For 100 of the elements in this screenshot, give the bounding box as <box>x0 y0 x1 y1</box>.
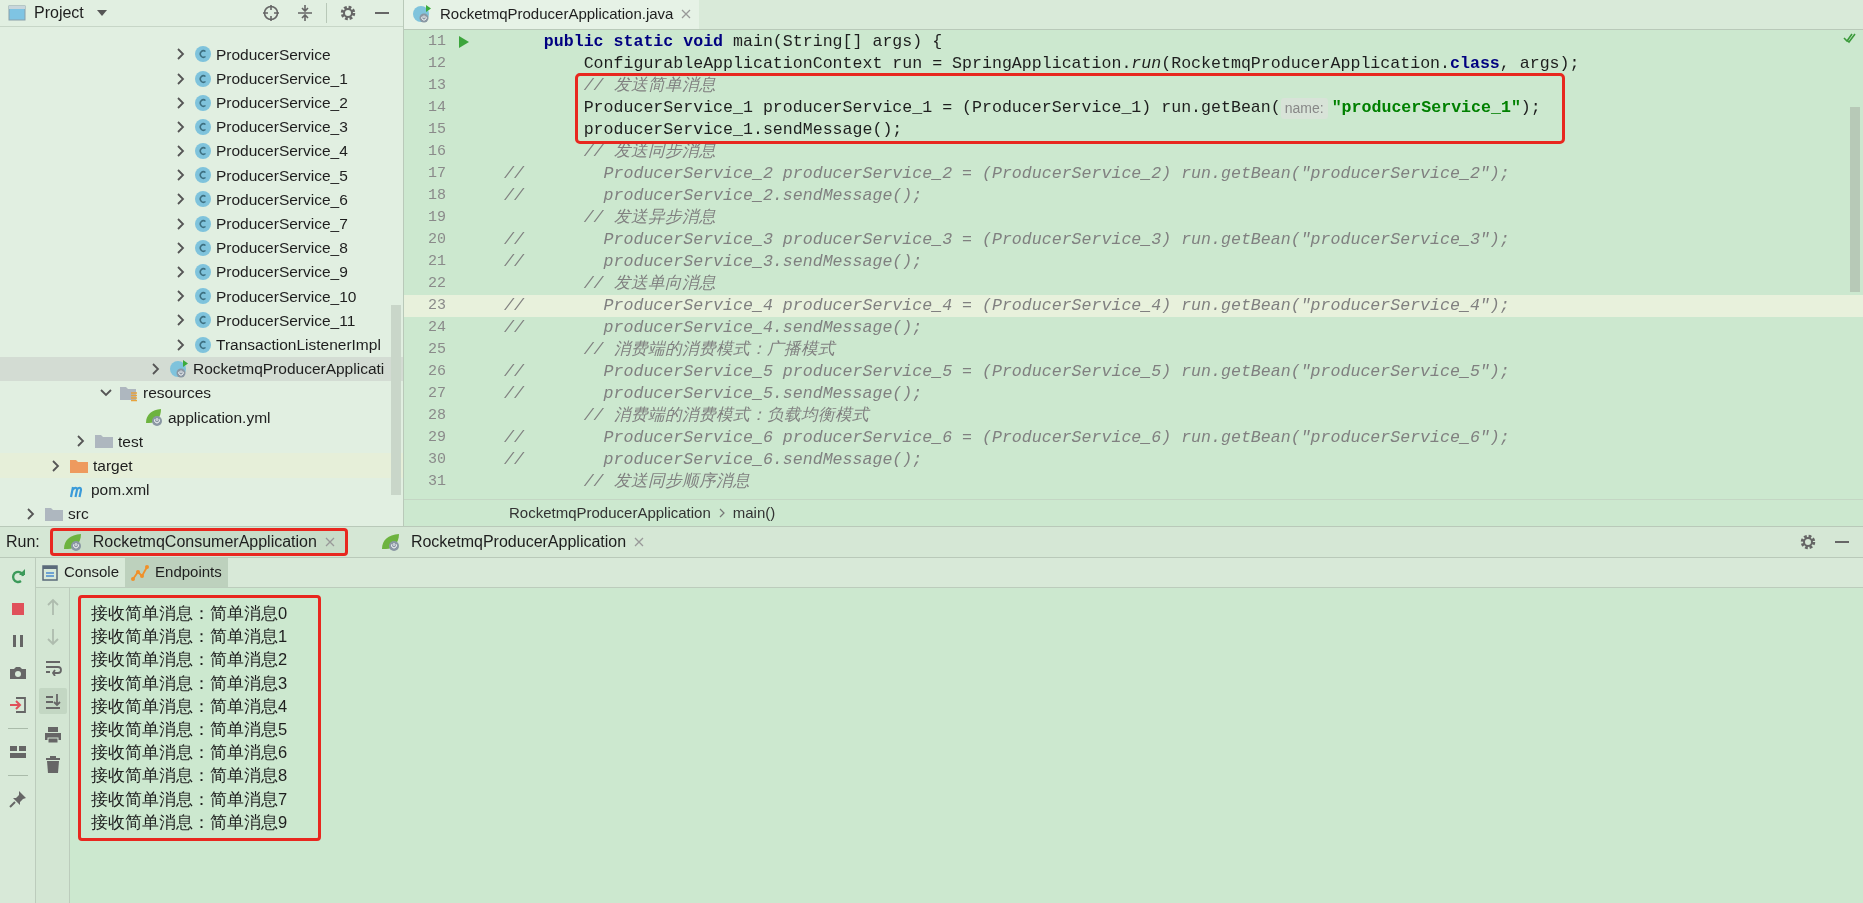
line-number: 14 <box>427 97 446 118</box>
chevron-right-icon[interactable] <box>152 362 160 375</box>
crosshair-icon[interactable] <box>262 4 280 23</box>
class-icon <box>194 117 212 136</box>
line-number: 26 <box>427 361 446 382</box>
tree-item[interactable]: ProducerService_2 <box>0 90 403 115</box>
line-number: 28 <box>427 405 446 426</box>
console-line: 接收简单消息：简单消息7 <box>91 788 289 810</box>
tree-item[interactable]: ProducerService_8 <box>0 235 403 260</box>
tree-item[interactable]: application.yml <box>0 405 403 430</box>
chevron-right-icon[interactable] <box>177 72 185 85</box>
tree-item[interactable]: target <box>0 453 403 478</box>
class-icon <box>194 263 212 282</box>
code-line: // 发送同步顺序消息 <box>582 471 750 493</box>
chevron-right-icon[interactable] <box>177 314 185 327</box>
wrap-icon[interactable] <box>43 658 62 676</box>
line-number: 27 <box>427 383 446 404</box>
tree-item[interactable]: resources <box>0 380 403 406</box>
console-tab[interactable]: Console <box>36 558 126 587</box>
class-icon <box>194 238 212 257</box>
breadcrumb[interactable]: main() <box>732 501 776 525</box>
tree-item[interactable]: ProducerService_4 <box>0 139 403 164</box>
class-icon <box>194 166 212 185</box>
chevron-right-icon[interactable] <box>177 193 185 206</box>
tree-item[interactable]: ProducerService_11 <box>0 308 403 333</box>
tree-item[interactable]: ProducerService_6 <box>0 187 403 212</box>
line-number: 11 <box>427 31 446 52</box>
run-tab[interactable]: RocketmqProducerApplication <box>367 528 658 556</box>
scrollbar[interactable] <box>1850 107 1860 292</box>
check-icon <box>1843 32 1857 44</box>
console-tab[interactable]: Endpoints <box>125 558 228 587</box>
console-line: 接收简单消息：简单消息5 <box>91 718 289 740</box>
line-number: 15 <box>427 119 446 140</box>
camera-icon[interactable] <box>8 664 27 682</box>
line-number: 30 <box>427 449 446 470</box>
class-icon <box>194 311 212 330</box>
line-number: 13 <box>427 75 446 96</box>
chevron-right-icon[interactable] <box>177 145 185 158</box>
tree-item[interactable]: test <box>0 429 403 454</box>
tree-item[interactable]: ProducerService_1 <box>0 66 403 91</box>
code-line: // ProducerService_5 producerService_5 = (ProducerService_5) run.getBean("producerService_5"); <box>504 361 1510 383</box>
tree-item[interactable]: ProducerService_9 <box>0 259 403 285</box>
layout-icon[interactable] <box>8 743 27 761</box>
chevron-right-icon[interactable] <box>52 459 60 472</box>
chevron-right-icon[interactable] <box>177 96 185 109</box>
trash-icon[interactable] <box>43 756 62 774</box>
exit-icon[interactable] <box>8 696 27 714</box>
console-line: 接收简单消息：简单消息2 <box>91 649 289 671</box>
chevron-right-icon[interactable] <box>77 435 85 448</box>
tree-item[interactable]: TransactionListenerImpl <box>0 332 403 357</box>
tree-item[interactable]: src <box>0 501 403 526</box>
class-icon <box>194 287 212 306</box>
tree-item[interactable]: ProducerService <box>0 42 403 67</box>
chevron-right-icon[interactable] <box>177 217 185 230</box>
code-line: // 消费端的消费模式：负载均衡模式 <box>582 405 869 427</box>
settings-icon[interactable] <box>1799 533 1817 551</box>
console-icon <box>42 564 58 581</box>
chevron-right-icon[interactable] <box>177 48 185 61</box>
tree-item[interactable]: pom.xml <box>0 477 403 502</box>
pin-icon[interactable] <box>8 790 27 808</box>
chevron-right-icon[interactable] <box>177 338 185 351</box>
settings-icon[interactable] <box>339 4 357 23</box>
chevron-right-icon <box>718 508 725 518</box>
chevron-right-icon[interactable] <box>177 266 185 279</box>
chevron-right-icon[interactable] <box>177 241 185 254</box>
tree-item[interactable]: ProducerService_3 <box>0 114 403 139</box>
breadcrumb[interactable]: RocketmqProducerApplication <box>509 501 711 525</box>
code-line: ProducerService_1 producerService_1 = (ProducerService_1) run.getBean( name: "producerService_1"); <box>582 97 1541 119</box>
line-number: 19 <box>427 207 446 228</box>
project-view-icon <box>8 5 26 22</box>
scrollbar[interactable] <box>391 305 401 495</box>
line-number: 31 <box>427 471 446 492</box>
caret-icon[interactable] <box>95 9 108 18</box>
run-label: Run: <box>5 532 41 552</box>
console-line: 接收简单消息：简单消息8 <box>91 765 289 787</box>
chevron-right-icon[interactable] <box>177 169 185 182</box>
scroll-to-end-button[interactable] <box>38 688 67 714</box>
chevron-down-icon[interactable] <box>100 388 112 397</box>
console-line: 接收简单消息：简单消息1 <box>91 626 289 648</box>
run-tab[interactable]: RocketmqConsumerApplication <box>49 528 348 556</box>
class-icon <box>194 45 212 64</box>
collapse-icon[interactable] <box>296 4 314 23</box>
chevron-right-icon[interactable] <box>177 290 185 303</box>
chevron-right-icon[interactable] <box>177 120 185 133</box>
tree-item[interactable]: RocketmqProducerApplicati <box>0 356 403 381</box>
code-line: // ProducerService_3 producerService_3 = (ProducerService_3) run.getBean("producerService_3"); <box>504 229 1510 251</box>
line-number: 17 <box>427 163 446 184</box>
line-number: 20 <box>427 229 446 250</box>
code-line: // ProducerService_4 producerService_4 = (ProducerService_4) run.getBean("producerService_4"); <box>504 295 1510 317</box>
code-line: // producerService_2.sendMessage(); <box>504 185 923 207</box>
code-line: // 发送异步消息 <box>582 207 716 229</box>
close-icon[interactable] <box>681 9 692 19</box>
chevron-right-icon[interactable] <box>27 507 35 520</box>
tree-item[interactable]: ProducerService_7 <box>0 211 403 236</box>
tree-item[interactable]: ProducerService_5 <box>0 163 403 188</box>
tree-item[interactable]: ProducerService_10 <box>0 284 403 309</box>
class-icon <box>194 335 212 354</box>
editor-tab[interactable]: RocketmqProducerApplication.java <box>404 0 700 29</box>
print-icon[interactable] <box>43 726 62 744</box>
spring-config-icon <box>144 407 164 428</box>
